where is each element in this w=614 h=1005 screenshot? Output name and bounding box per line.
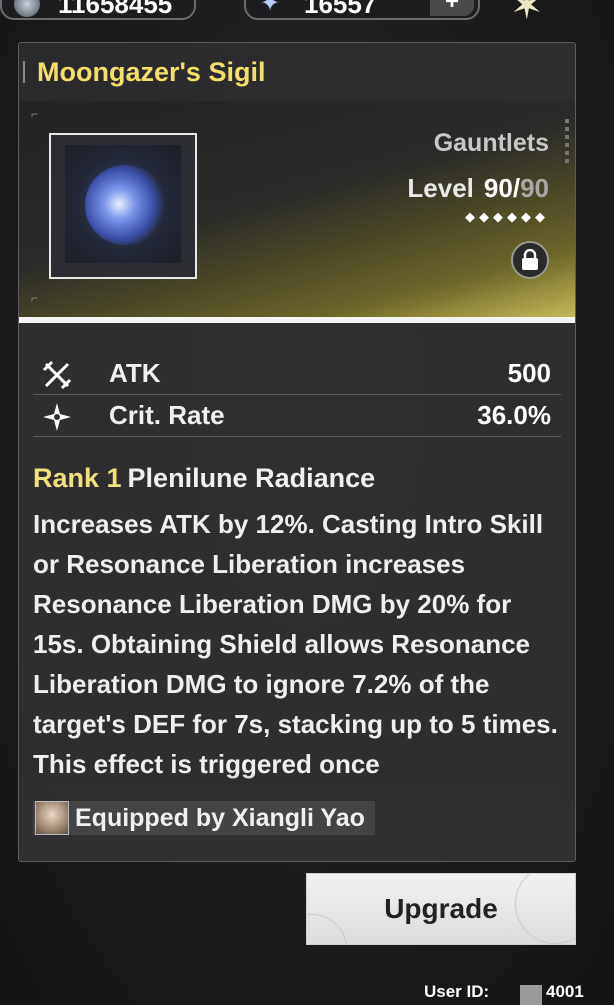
- stat-name: ATK: [109, 358, 161, 388]
- atk-swords-icon: [33, 357, 81, 389]
- stat-value: 500: [507, 358, 551, 388]
- button-decoration: [307, 914, 347, 944]
- dotted-decoration: [565, 119, 569, 167]
- frame-corner-mark: ⌐: [31, 291, 39, 305]
- gauntlet-artwork-icon: [69, 149, 181, 261]
- level-separator: /: [512, 173, 521, 203]
- shell-credit-icon: [14, 0, 40, 17]
- add-currency-button[interactable]: +: [430, 0, 474, 16]
- stat-row-atk: ATK 500: [33, 353, 561, 395]
- equipped-label: Equipped by Xiangli Yao: [75, 803, 365, 832]
- weapon-type: Gauntlets: [433, 129, 549, 157]
- astrite-currency: ✦ 16557 +: [244, 0, 480, 20]
- title-marker: [23, 61, 25, 83]
- credit-amount: 11658455: [58, 0, 173, 19]
- level-label: Level: [407, 173, 474, 203]
- weapon-image-frame: [49, 133, 197, 279]
- stats-list: ATK 500 Crit. Rate 36.0%: [33, 353, 561, 437]
- frame-corner-mark: ⌐: [31, 107, 39, 121]
- weapon-detail-panel: Moongazer's Sigil ⌐ ⌐ Gauntlets Level 90/…: [18, 42, 576, 862]
- passive-rank: Rank 1: [33, 463, 122, 493]
- passive-name: Plenilune Radiance: [127, 463, 376, 493]
- stat-row-crit-rate: Crit. Rate 36.0%: [33, 395, 561, 437]
- title-bar: Moongazer's Sigil: [19, 43, 575, 101]
- weapon-image: [65, 145, 181, 263]
- passive-text: Increases ATK by 12%. Casting Intro Skil…: [33, 509, 558, 779]
- upgrade-label: Upgrade: [384, 893, 498, 924]
- level-current: 90: [483, 173, 513, 203]
- ascension-diamonds: ◆◆◆◆◆◆: [465, 209, 549, 224]
- weapon-name: Moongazer's Sigil: [37, 57, 266, 87]
- uid-label: User ID:: [424, 982, 490, 1001]
- lock-icon: [522, 249, 538, 270]
- credit-currency: 11658455: [0, 0, 196, 20]
- equipped-by-tag[interactable]: Equipped by Xiangli Yao: [33, 801, 375, 835]
- weapon-header: ⌐ ⌐ Gauntlets Level 90/90 ◆◆◆◆◆◆: [19, 101, 575, 323]
- avatar: [35, 801, 69, 835]
- passive-description[interactable]: Rank 1 Plenilune Radiance Increases ATK b…: [33, 463, 561, 784]
- stat-name: Crit. Rate: [109, 400, 225, 430]
- weapon-level: Level 90/90: [407, 173, 549, 204]
- lock-button[interactable]: [511, 241, 549, 279]
- astrite-amount: 16557: [304, 0, 377, 19]
- button-decoration: [515, 874, 575, 944]
- astrite-star-icon: ✦: [260, 0, 281, 17]
- crit-star-icon: [33, 399, 81, 431]
- uid-mask: [520, 985, 542, 1005]
- passive-title: Rank 1 Plenilune Radiance: [33, 463, 561, 494]
- uid-value: 4001: [546, 982, 584, 1001]
- upgrade-button[interactable]: Upgrade: [306, 873, 576, 945]
- header-divider: [19, 317, 575, 323]
- level-max: 90: [520, 173, 549, 203]
- stat-value: 36.0%: [477, 400, 551, 430]
- resonator-star-emblem-icon[interactable]: ✶: [510, 0, 544, 26]
